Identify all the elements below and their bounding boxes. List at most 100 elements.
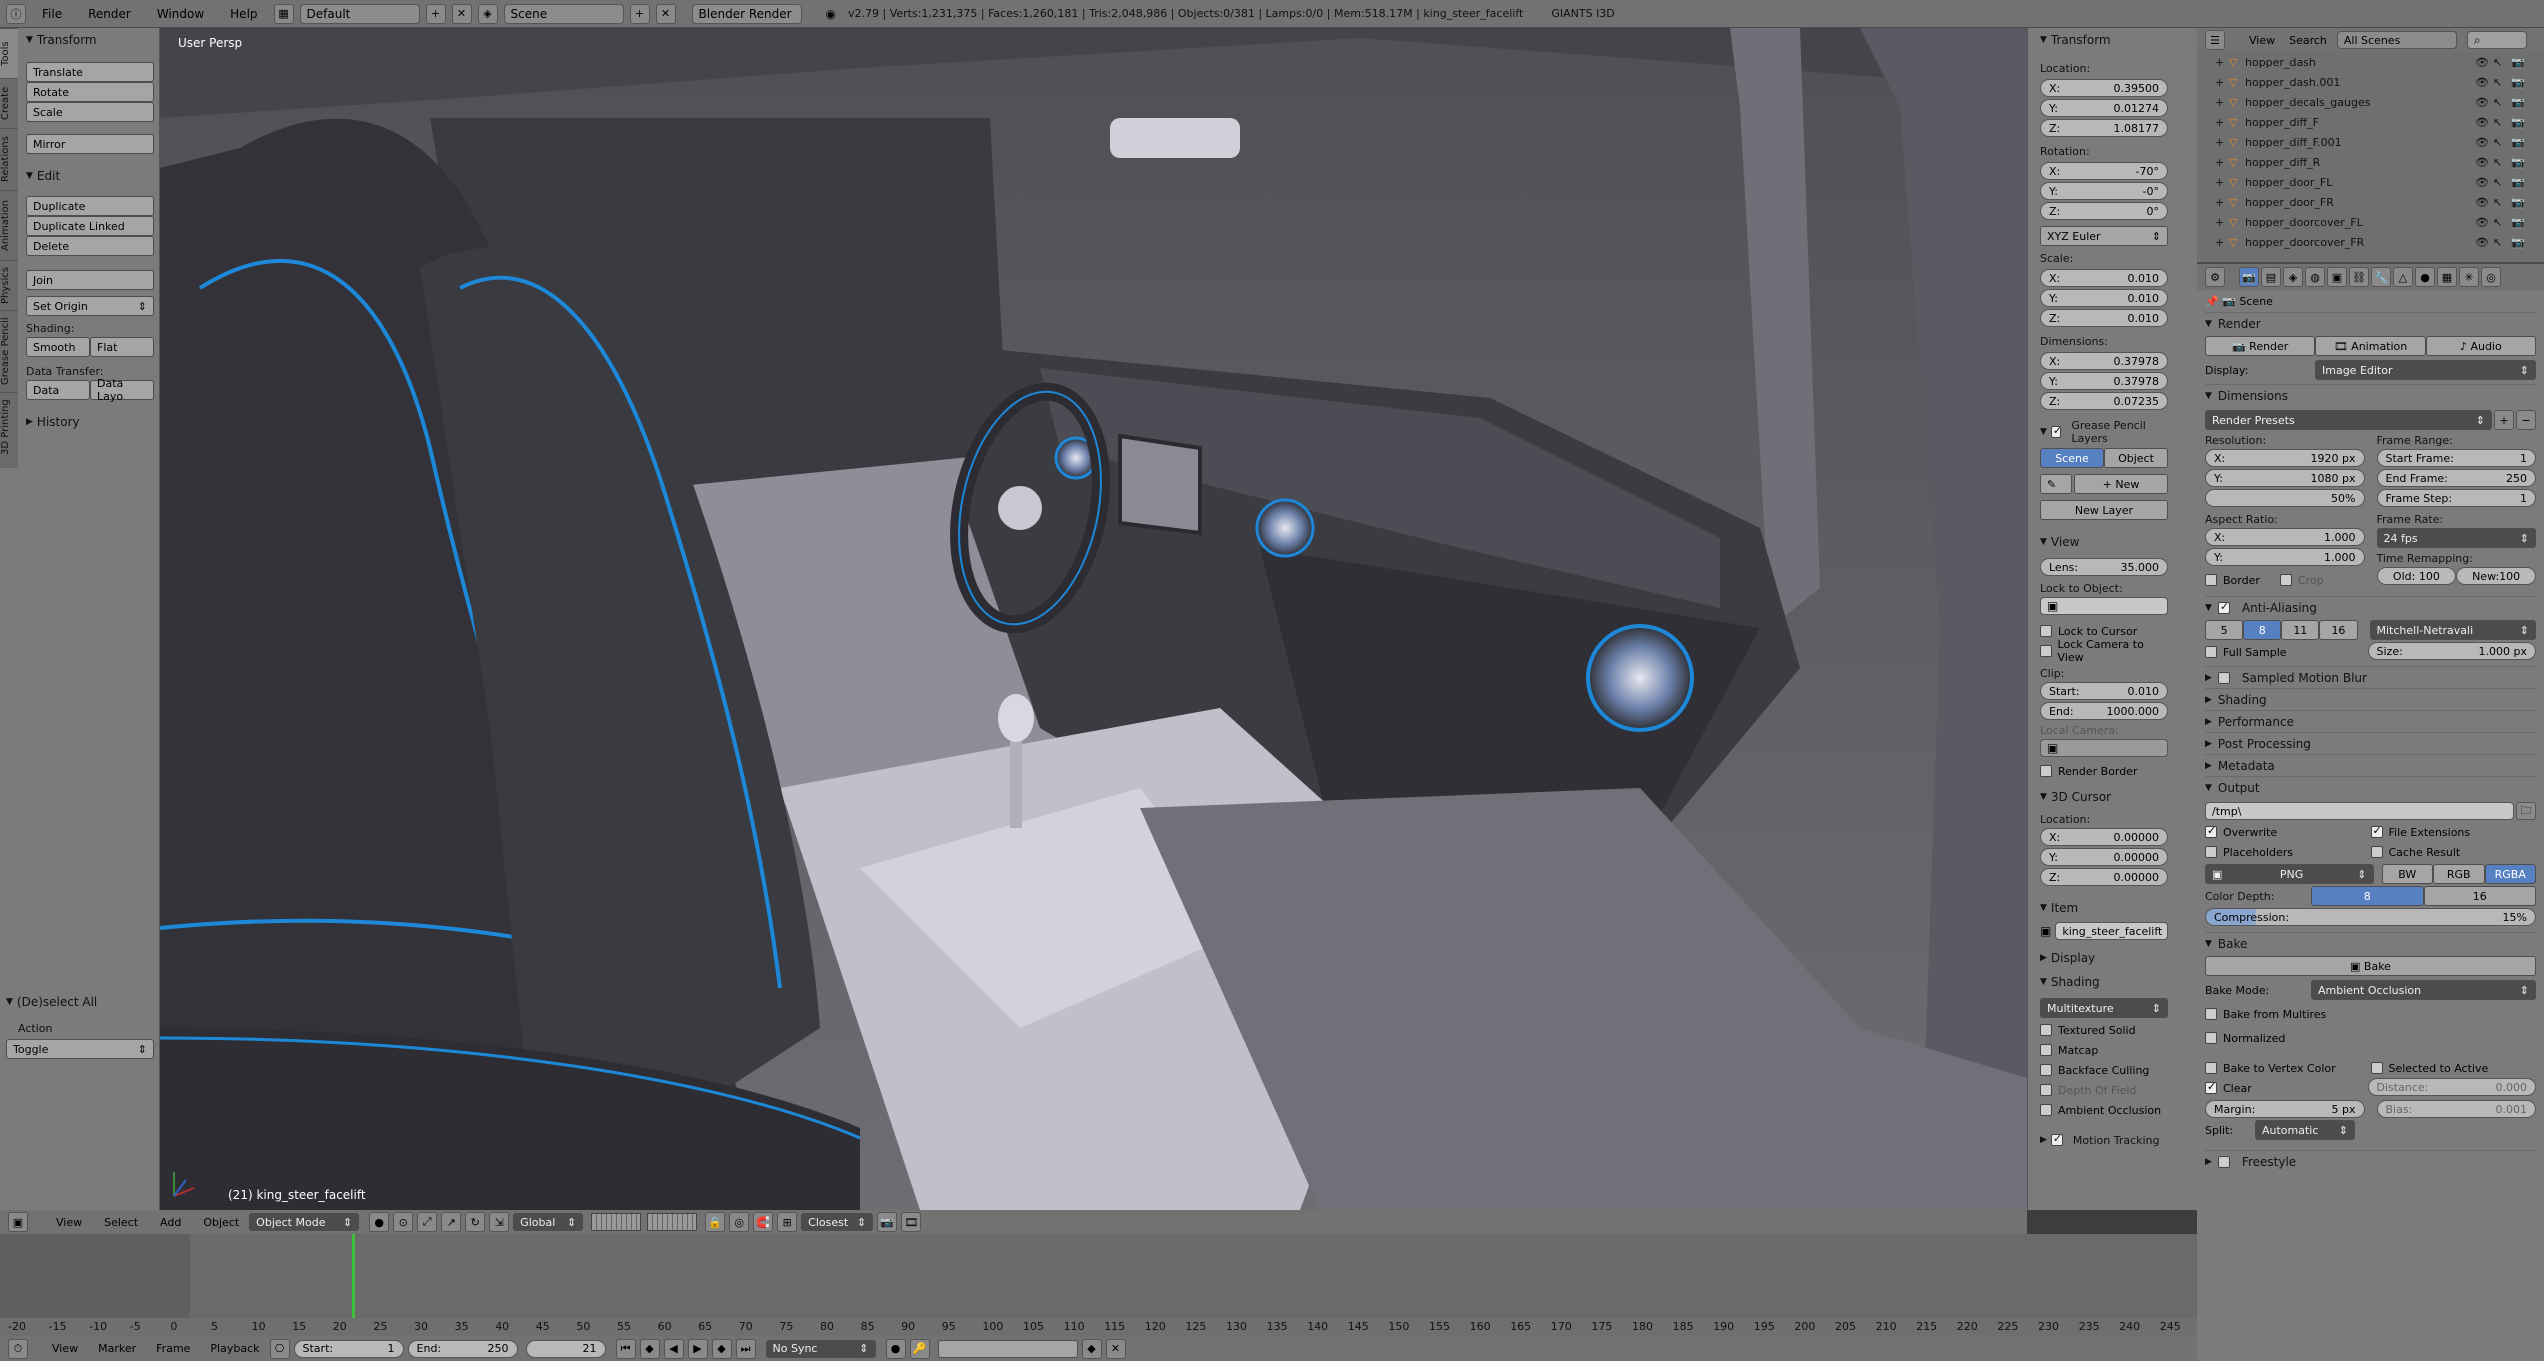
menu-file[interactable]: File [32,7,72,21]
visibility-eye-icon[interactable]: 👁 [2475,56,2493,69]
tab-physics[interactable]: Physics [0,260,18,310]
frame-step-field[interactable]: Frame Step: 1 [2376,489,2536,507]
shading-mode-dropdown[interactable]: Multitexture ⇕ [2040,998,2168,1018]
outliner-search-field[interactable]: ⌕ [2466,31,2527,49]
particles-context-icon[interactable]: ✳ [2459,267,2479,287]
clip-end-field[interactable]: End: 1000.000 [2040,702,2168,720]
outliner-row[interactable]: + ▽ hopper_dash.001 👁 ↖ 📷 [2215,72,2544,92]
clip-start-field[interactable]: Start: 0.010 [2040,682,2168,700]
bake-button[interactable]: ▣ Bake [2205,956,2536,976]
info-editor-icon[interactable]: ⓘ [6,3,26,24]
menu-render[interactable]: Render [78,7,141,21]
render-camera-icon[interactable]: 📷 [2511,196,2529,209]
aa-samples-5[interactable]: 5 [2205,620,2244,640]
snap-toggle-icon[interactable]: 🧲 [753,1212,774,1232]
preview-range-icon[interactable]: ⎔ [269,1338,290,1359]
bake-vertex-row[interactable]: Bake to Vertex Color [2205,1058,2371,1078]
selectable-arrow-icon[interactable]: ↖ [2493,56,2511,69]
matcap-row[interactable]: Matcap [2040,1040,2168,1060]
selectable-arrow-icon[interactable]: ↖ [2493,96,2511,109]
color-bw-button[interactable]: BW [2381,864,2433,884]
item-name-field[interactable]: king_steer_facelift [2055,922,2168,940]
3d-cursor-header[interactable]: ▼ 3D Cursor [2040,787,2168,807]
gp-scene-button[interactable]: Scene [2040,448,2104,468]
expand-plus-icon[interactable]: + [2215,56,2229,69]
translate-button[interactable]: Translate [26,62,154,82]
jump-keyframe-back-icon[interactable]: ◆ [639,1338,660,1359]
distance-field[interactable]: Distance: 0.000 [2367,1078,2536,1096]
flat-button[interactable]: Flat [90,337,154,357]
bake-mode-dropdown[interactable]: Ambient Occlusion ⇕ [2311,980,2536,1000]
anti-aliasing-header[interactable]: ▼Anti-Aliasing [2205,596,2536,618]
scale-button[interactable]: Scale [26,102,154,122]
menu-help[interactable]: Help [220,7,267,21]
view-panel-header[interactable]: ▼ View [2040,532,2168,552]
expand-plus-icon[interactable]: + [2215,96,2229,109]
add-layout-icon[interactable]: + [425,3,446,24]
cursor-x-field[interactable]: X: 0.00000 [2040,828,2168,846]
selectable-arrow-icon[interactable]: ↖ [2493,116,2511,129]
rotate-button[interactable]: Rotate [26,82,154,102]
placeholders-checkbox[interactable] [2205,846,2217,858]
dimension-z-field[interactable]: Z: 0.07235 [2040,392,2168,410]
timeline-start-field[interactable]: Start: 1 [293,1339,404,1358]
data-context-icon[interactable]: △ [2393,267,2413,287]
normalized-checkbox[interactable] [2205,1032,2217,1044]
gp-new-button[interactable]: + New [2074,474,2168,494]
mirror-button[interactable]: Mirror [26,134,154,154]
full-sample-checkbox[interactable] [2205,646,2217,658]
duplicate-button[interactable]: Duplicate [26,196,154,216]
tab-3d-printing[interactable]: 3D Printing [0,392,18,462]
matcap-checkbox[interactable] [2040,1044,2052,1056]
outliner-editor-icon[interactable]: ☰ [2205,30,2225,50]
aspect-y-field[interactable]: Y: 1.000 [2205,548,2365,566]
scale-manipulator-icon[interactable]: ⇲ [489,1212,510,1232]
render-camera-icon[interactable]: 📷 [2511,56,2529,69]
expand-plus-icon[interactable]: + [2215,156,2229,169]
crop-checkbox[interactable] [2279,574,2292,586]
crop-row[interactable]: Crop [2279,570,2324,590]
normalized-row[interactable]: Normalized [2205,1028,2536,1048]
outliner-row[interactable]: + ▽ hopper_decals_gauges 👁 ↖ 📷 [2215,92,2544,112]
transform-panel-header[interactable]: ▼ Transform [26,30,154,50]
margin-field[interactable]: Margin: 5 px [2205,1100,2365,1118]
post-processing-section-header[interactable]: ▶ Post Processing [2205,732,2536,754]
render-camera-icon[interactable]: 📷 [2511,116,2529,129]
cursor-z-field[interactable]: Z: 0.00000 [2040,868,2168,886]
ao-checkbox[interactable] [2040,1104,2052,1116]
expand-plus-icon[interactable]: + [2215,236,2229,249]
outliner-search-menu[interactable]: Search [2289,34,2327,47]
pivot-point-icon[interactable]: ⊙ [393,1212,414,1232]
timeline-area[interactable]: -20 -15 -10 -5 0 5 10 15 20 25 30 35 40 45 50 55 60 65 70 7… [0,1234,2197,1336]
operator-panel-header[interactable]: ▼ (De)select All [6,992,154,1012]
translate-manipulator-icon[interactable]: ↗ [441,1212,462,1232]
aspect-x-field[interactable]: X: 1.000 [2205,528,2365,546]
cursor-y-field[interactable]: Y: 0.00000 [2040,848,2168,866]
aa-samples-8[interactable]: 8 [2243,620,2282,640]
resolution-y-field[interactable]: Y: 1080 px [2205,469,2365,487]
motion-blur-checkbox[interactable] [2217,671,2230,684]
display-panel-header[interactable]: ▶ Display [2040,948,2168,968]
border-row[interactable]: Border [2205,570,2260,590]
aa-samples-16[interactable]: 16 [2319,620,2358,640]
file-format-dropdown[interactable]: ▣ PNG ⇕ [2205,864,2374,884]
anti-aliasing-checkbox[interactable] [2217,600,2230,614]
current-frame-indicator[interactable] [352,1234,355,1318]
color-depth-16[interactable]: 16 [2423,886,2536,906]
resolution-x-field[interactable]: X: 1920 px [2205,449,2365,467]
visibility-eye-icon[interactable]: 👁 [2475,196,2493,209]
outliner-row[interactable]: + ▽ hopper_door_FR 👁 ↖ 📷 [2215,192,2544,212]
visibility-eye-icon[interactable]: 👁 [2475,236,2493,249]
folder-browse-icon[interactable]: 🗀 [2516,802,2536,820]
freestyle-section-header[interactable]: ▶ Freestyle [2205,1150,2536,1172]
outliner-row[interactable]: + ▽ hopper_doorcover_FL 👁 ↖ 📷 [2215,212,2544,232]
lock-cursor-checkbox[interactable] [2040,625,2052,637]
render-camera-icon[interactable]: 📷 [2511,236,2529,249]
full-sample-row[interactable]: Full Sample [2205,642,2356,662]
frame-rate-dropdown[interactable]: 24 fps ⇕ [2376,528,2536,548]
selectable-arrow-icon[interactable]: ↖ [2493,196,2511,209]
bake-multires-checkbox[interactable] [2205,1008,2217,1020]
gp-object-button[interactable]: Object [2104,448,2168,468]
expand-plus-icon[interactable]: + [2215,196,2229,209]
selected-active-checkbox[interactable] [2370,1062,2383,1074]
